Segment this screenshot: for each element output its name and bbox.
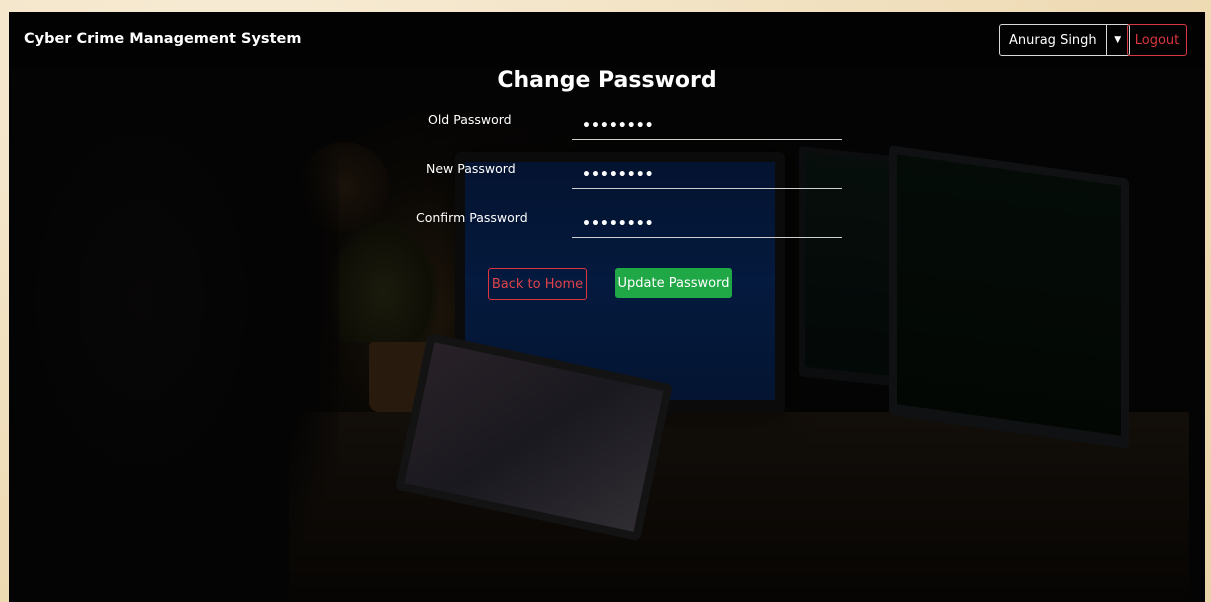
navbar: Cyber Crime Management System Anurag Sin…: [9, 12, 1205, 68]
new-password-value: ••••••••: [582, 167, 654, 183]
logout-button[interactable]: Logout: [1127, 24, 1187, 56]
dark-overlay: [9, 12, 1205, 602]
new-password-input[interactable]: ••••••••: [572, 164, 842, 189]
old-password-label: Old Password: [428, 112, 512, 127]
confirm-password-value: ••••••••: [582, 216, 654, 232]
app-window: Cyber Crime Management System Anurag Sin…: [9, 12, 1205, 602]
confirm-password-label: Confirm Password: [416, 210, 528, 225]
old-password-input[interactable]: ••••••••: [572, 115, 842, 140]
user-dropdown: Anurag Singh ▼: [999, 24, 1130, 56]
old-password-value: ••••••••: [582, 118, 654, 134]
confirm-password-input[interactable]: ••••••••: [572, 213, 842, 238]
background-image: [9, 12, 1205, 602]
user-name-button[interactable]: Anurag Singh: [1000, 25, 1106, 55]
back-to-home-button[interactable]: Back to Home: [488, 268, 587, 300]
update-password-button[interactable]: Update Password: [615, 268, 732, 298]
caret-down-icon[interactable]: ▼: [1105, 25, 1129, 55]
new-password-label: New Password: [426, 161, 516, 176]
page-title: Change Password: [497, 68, 717, 93]
brand-title[interactable]: Cyber Crime Management System: [24, 31, 301, 47]
